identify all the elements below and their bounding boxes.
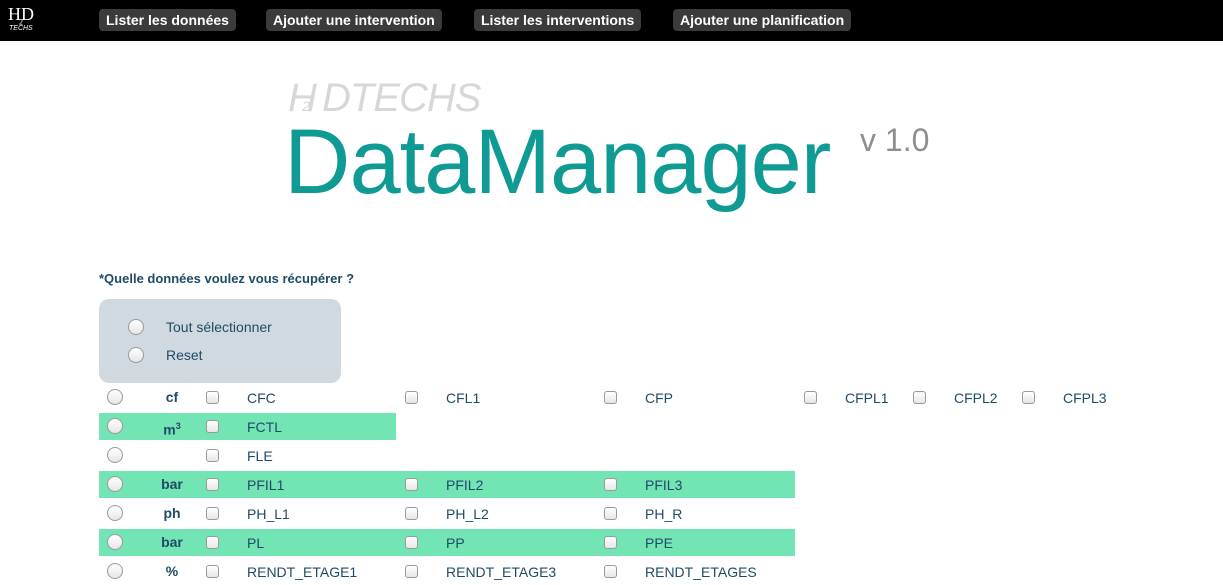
nav-button-lister-donnees[interactable]: Lister les données bbox=[99, 9, 236, 31]
data-option-label: CFPL1 bbox=[845, 390, 889, 406]
select-all-radio[interactable] bbox=[128, 319, 144, 335]
data-option-label: FCTL bbox=[247, 419, 282, 435]
data-option-checkbox[interactable] bbox=[206, 420, 219, 433]
data-option-checkbox[interactable] bbox=[604, 391, 617, 404]
data-option-checkbox[interactable] bbox=[604, 565, 617, 578]
data-option-label: PH_R bbox=[645, 506, 683, 522]
row-select-radio[interactable] bbox=[107, 476, 123, 492]
data-option-label: CFP bbox=[645, 390, 673, 406]
reset-radio[interactable] bbox=[128, 347, 144, 363]
data-option-label: PFIL2 bbox=[446, 477, 484, 493]
unit-label: bar bbox=[161, 476, 183, 492]
data-option-label: CFL1 bbox=[446, 390, 481, 406]
data-option-checkbox[interactable] bbox=[405, 507, 418, 520]
data-option-checkbox[interactable] bbox=[804, 391, 817, 404]
data-option-label: PH_L1 bbox=[247, 506, 290, 522]
select-all-option[interactable]: Tout sélectionner bbox=[99, 317, 341, 337]
data-option-checkbox[interactable] bbox=[206, 536, 219, 549]
unit-label: bar bbox=[161, 534, 183, 550]
selection-panel: Tout sélectionner Reset bbox=[99, 299, 341, 383]
data-option-label: PL bbox=[247, 535, 265, 551]
data-option-label: RENDT_ETAGES bbox=[645, 564, 757, 580]
data-option-label: RENDT_ETAGE1 bbox=[247, 564, 358, 580]
data-option-checkbox[interactable] bbox=[206, 478, 219, 491]
data-option-checkbox[interactable] bbox=[604, 478, 617, 491]
data-option-label: PFIL3 bbox=[645, 477, 683, 493]
data-option-label: PP bbox=[446, 535, 465, 551]
data-option-checkbox[interactable] bbox=[405, 565, 418, 578]
data-row-percent: % RENDT_ETAGE1 RENDT_ETAGE3 RENDT_ETAGES bbox=[99, 558, 795, 585]
row-select-radio[interactable] bbox=[107, 563, 123, 579]
data-row-bar-pl: bar PL PP PPE bbox=[99, 529, 795, 556]
row-select-radio[interactable] bbox=[107, 447, 123, 463]
data-option-checkbox[interactable] bbox=[206, 507, 219, 520]
data-option-label: CFC bbox=[247, 390, 276, 406]
row-select-radio[interactable] bbox=[107, 505, 123, 521]
data-option-checkbox[interactable] bbox=[206, 449, 219, 462]
data-option-checkbox[interactable] bbox=[913, 391, 926, 404]
unit-label: m3 bbox=[163, 421, 181, 438]
nav-button-ajouter-intervention[interactable]: Ajouter une intervention bbox=[266, 9, 442, 31]
data-option-label: RENDT_ETAGE3 bbox=[446, 564, 557, 580]
row-select-radio[interactable] bbox=[107, 418, 123, 434]
top-nav-bar: H2D TECHS Lister les données Ajouter une… bbox=[0, 0, 1223, 41]
nav-button-ajouter-planification[interactable]: Ajouter une planification bbox=[673, 9, 852, 31]
data-row-ph: ph PH_L1 PH_L2 PH_R bbox=[99, 500, 795, 527]
data-option-label: FLE bbox=[247, 448, 273, 464]
data-option-label: CFPL3 bbox=[1063, 390, 1107, 406]
brand-logo-techs: TECHS bbox=[9, 25, 33, 32]
brand-logo[interactable]: H2D TECHS bbox=[8, 5, 36, 35]
data-row-fle: FLE bbox=[99, 442, 396, 469]
select-all-label[interactable]: Tout sélectionner bbox=[166, 318, 272, 336]
reset-label[interactable]: Reset bbox=[166, 346, 203, 364]
data-option-label: PFIL1 bbox=[247, 477, 285, 493]
app-version: v 1.0 bbox=[860, 122, 930, 158]
data-row-bar-pfil: bar PFIL1 PFIL2 PFIL3 bbox=[99, 471, 795, 498]
nav-button-lister-interventions[interactable]: Lister les interventions bbox=[474, 9, 642, 31]
reset-option[interactable]: Reset bbox=[99, 345, 341, 365]
data-option-checkbox[interactable] bbox=[604, 536, 617, 549]
unit-label: ph bbox=[163, 505, 181, 521]
data-option-label: PH_L2 bbox=[446, 506, 489, 522]
app-title: DataManager bbox=[284, 111, 831, 213]
data-option-checkbox[interactable] bbox=[206, 391, 219, 404]
data-option-checkbox[interactable] bbox=[604, 507, 617, 520]
row-select-radio[interactable] bbox=[107, 389, 123, 405]
unit-label: cf bbox=[165, 389, 179, 405]
data-question-label: *Quelle données voulez vous récupérer ? bbox=[99, 271, 355, 286]
data-row-m3: m3 FCTL bbox=[99, 413, 396, 440]
data-option-label: PPE bbox=[645, 535, 674, 551]
data-option-checkbox[interactable] bbox=[1022, 391, 1035, 404]
data-option-checkbox[interactable] bbox=[206, 565, 219, 578]
row-select-radio[interactable] bbox=[107, 534, 123, 550]
data-row-cf: cf CFC CFL1 CFP CFPL1 CFPL2 CFPL3 bbox=[99, 384, 1129, 411]
data-option-checkbox[interactable] bbox=[405, 478, 418, 491]
data-option-checkbox[interactable] bbox=[405, 536, 418, 549]
data-option-label: CFPL2 bbox=[954, 390, 998, 406]
unit-label: % bbox=[165, 563, 179, 579]
data-option-checkbox[interactable] bbox=[405, 391, 418, 404]
